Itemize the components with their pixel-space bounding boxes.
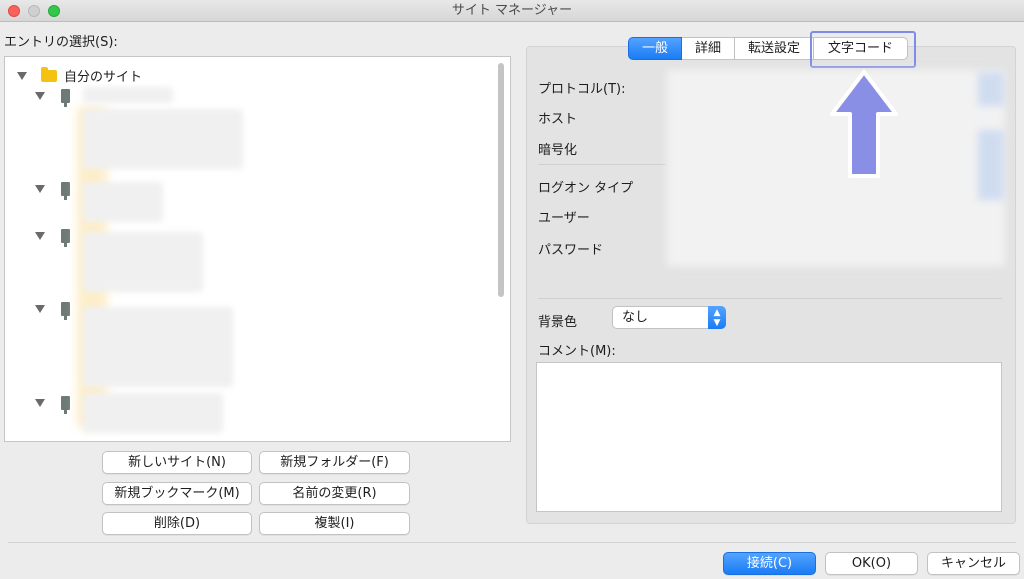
blurred-content [83,87,173,103]
user-label: ユーザー [538,211,590,226]
new-folder-button[interactable]: 新規フォルダー(F) [259,451,410,474]
new-site-button[interactable]: 新しいサイト(N) [102,451,252,474]
close-window-button[interactable] [8,5,20,17]
tree-root-item[interactable]: 自分のサイト [17,66,142,85]
bottom-separator [8,542,1016,543]
delete-button[interactable]: 削除(D) [102,512,252,535]
disclosure-triangle-icon[interactable] [35,232,45,240]
connect-button[interactable]: 接続(C) [723,552,816,575]
tab-transfer-settings[interactable]: 転送設定 [735,37,815,60]
blurred-content [83,182,163,222]
tree-site-item[interactable] [35,182,70,200]
tree-site-item[interactable] [35,302,70,320]
tree-site-item[interactable] [35,396,70,414]
disclosure-triangle-icon[interactable] [35,92,45,100]
section-separator [538,298,1002,299]
up-arrow-icon [830,70,898,178]
tab-advanced[interactable]: 詳細 [682,37,736,60]
comment-textarea[interactable] [536,362,1002,512]
blurred-content [83,109,243,169]
logon-type-label: ログオン タイプ [538,181,634,196]
cancel-button[interactable]: キャンセル [927,552,1020,575]
server-icon [61,229,70,247]
site-tree[interactable]: 自分のサイト [4,56,511,442]
blurred-content [83,307,233,387]
minimize-window-button[interactable] [28,5,40,17]
protocol-label: プロトコル(T): [538,82,626,97]
ok-button[interactable]: OK(O) [825,552,918,575]
new-bookmark-button[interactable]: 新規ブックマーク(M) [102,482,252,505]
window-title: サイト マネージャー [451,3,573,18]
field-separator [538,164,666,165]
blurred-content [978,72,1004,106]
folder-icon [41,66,57,82]
blurred-content [83,393,223,433]
charset-tab-highlight [810,31,916,68]
encryption-label: 暗号化 [538,143,578,158]
disclosure-triangle-icon[interactable] [35,305,45,313]
blurred-content [83,232,203,292]
background-color-select[interactable]: なし ▲ ▼ [612,306,726,329]
server-icon [61,396,70,414]
tree-site-item[interactable] [35,89,70,107]
password-label: パスワード [538,243,604,258]
tree-site-item[interactable] [35,229,70,247]
zoom-window-button[interactable] [48,5,60,17]
background-color-label: 背景色 [538,315,578,330]
title-bar: サイト マネージャー [0,0,1024,22]
duplicate-button[interactable]: 複製(I) [259,512,410,535]
disclosure-triangle-icon[interactable] [17,71,27,80]
blurred-content [978,130,1004,200]
background-color-value: なし [622,310,649,325]
server-icon [61,89,70,107]
select-arrows-icon: ▲ ▼ [708,306,726,329]
entries-label: エントリの選択(S): [4,35,118,50]
server-icon [61,302,70,320]
disclosure-triangle-icon[interactable] [35,399,45,407]
tree-scrollbar[interactable] [498,63,504,297]
tree-root-label: 自分のサイト [64,70,143,85]
tab-general[interactable]: 一般 [628,37,683,60]
server-icon [61,182,70,200]
disclosure-triangle-icon[interactable] [35,185,45,193]
host-label: ホスト [538,112,578,127]
comment-label: コメント(M): [538,344,616,359]
rename-button[interactable]: 名前の変更(R) [259,482,410,505]
